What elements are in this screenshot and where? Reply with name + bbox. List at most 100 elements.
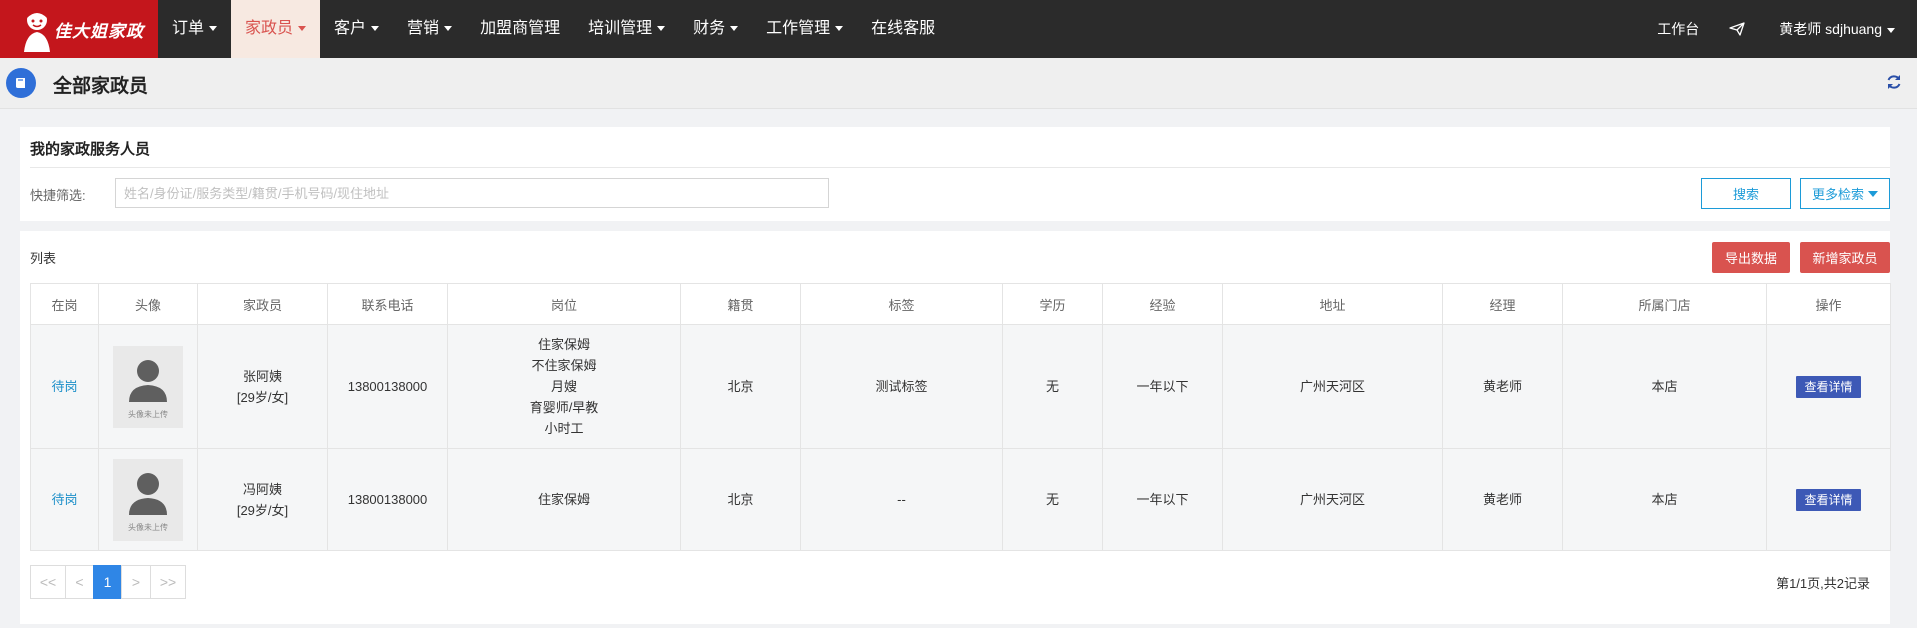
paper-plane-icon[interactable]	[1729, 22, 1745, 36]
refresh-icon[interactable]	[1885, 73, 1903, 91]
nav-item-label: 培训管理	[588, 20, 653, 37]
column-header[interactable]: 经理	[1442, 283, 1563, 325]
pagination: << <1 > >>	[30, 565, 186, 599]
hometown-cell: 北京	[680, 448, 801, 551]
avatar-caption: 头像未上传	[128, 409, 168, 419]
column-header[interactable]: 标签	[800, 283, 1003, 325]
nav-item-6[interactable]: 财务	[679, 0, 752, 58]
column-header[interactable]: 地址	[1222, 283, 1443, 325]
chevron-down-icon	[835, 26, 844, 32]
user-placeholder-icon	[129, 359, 167, 402]
page-1-button[interactable]: 1	[93, 565, 122, 599]
user-name: 黄老师 sdjhuang	[1779, 21, 1882, 37]
chevron-down-icon	[371, 26, 380, 32]
workbench-link[interactable]: 工作台	[1657, 19, 1699, 39]
brand-text: 佳大姐家政	[54, 22, 144, 42]
status-cell: 待岗	[30, 448, 99, 551]
education-cell: 无	[1002, 448, 1103, 551]
nav-item-label: 订单	[172, 20, 205, 37]
nav-item-label: 营销	[407, 20, 440, 37]
table-row: 待岗 头像未上传 张阿姨 [29岁/女] 13800138000 住家保姆 不住家保姆 月嫂育…	[30, 324, 1891, 449]
store-cell: 本店	[1562, 448, 1767, 551]
position-item: 住家保姆	[537, 337, 590, 352]
brand-logo[interactable]: 佳大姐家政	[0, 0, 158, 58]
chevron-down-icon	[730, 26, 739, 32]
pagination-info: 第1/1页,共2记录	[1776, 576, 1870, 591]
column-header[interactable]: 学历	[1002, 283, 1103, 325]
position-item: 月嫂	[550, 379, 577, 394]
nav-item-label: 加盟商管理	[480, 20, 561, 37]
nav-item-label: 财务	[693, 20, 726, 37]
action-cell: 查看详情	[1766, 324, 1891, 449]
nav-item-label: 家政员	[245, 20, 294, 37]
filter-panel: 我的家政服务人员 快捷筛选: 搜索 更多检索	[20, 127, 1890, 221]
user-menu[interactable]: 黄老师 sdjhuang	[1779, 19, 1895, 39]
page-title: 全部家政员	[53, 76, 149, 97]
housekeeper-info: [29岁/女]	[236, 389, 289, 405]
column-header[interactable]: 经验	[1102, 283, 1223, 325]
page-header: 全部家政员	[0, 58, 1917, 109]
export-data-button[interactable]: 导出数据	[1712, 242, 1790, 273]
avatar-cell: 头像未上传	[98, 448, 198, 551]
nav-item-3[interactable]: 营销	[393, 0, 466, 58]
nav-item-1[interactable]: 家政员	[231, 0, 321, 58]
more-search-label: 更多检索	[1811, 187, 1864, 202]
divider	[30, 167, 1890, 168]
quick-filter-input[interactable]	[115, 178, 829, 208]
status-cell: 待岗	[30, 324, 99, 449]
nav-item-label: 客户	[334, 20, 367, 37]
last-page-button[interactable]: >>	[150, 565, 186, 599]
nav-item-8[interactable]: 在线客服	[857, 0, 949, 58]
experience-cell: 一年以下	[1102, 324, 1223, 449]
nav-item-0[interactable]: 订单	[158, 0, 231, 58]
housekeeper-name: 张阿姨	[242, 368, 282, 384]
first-page-button[interactable]: <<	[30, 565, 66, 599]
phone-cell: 13800138000	[327, 448, 448, 551]
table-header-row: 在岗 头像 家政员 联系电话 岗位 籍贯 标签 学历 经验 地址 经理 所属门店 操作	[30, 283, 1891, 325]
nav-right: 工作台 黄老师 sdjhuang	[1657, 0, 1895, 58]
position-item: 不住家保姆	[531, 358, 597, 373]
column-header[interactable]: 岗位	[447, 283, 681, 325]
avatar: 头像未上传	[113, 458, 183, 541]
column-header[interactable]: 籍贯	[680, 283, 801, 325]
search-button[interactable]: 搜索	[1701, 178, 1791, 209]
top-navbar: 佳大姐家政 订单 家政员 客户 营销 加盟商管理 培训管理 财务 工作管理 在线客服 工作台 黄…	[0, 0, 1917, 58]
nav-item-2[interactable]: 客户	[320, 0, 393, 58]
nav-item-4[interactable]: 加盟商管理	[466, 0, 574, 58]
column-header[interactable]: 在岗	[30, 283, 99, 325]
name-cell: 张阿姨 [29岁/女]	[197, 324, 328, 449]
status-link[interactable]: 待岗	[32, 376, 97, 397]
column-header[interactable]: 所属门店	[1562, 283, 1767, 325]
next-page-button[interactable]: >	[121, 565, 151, 599]
chevron-down-icon	[209, 26, 218, 32]
name-cell: 冯阿姨 [29岁/女]	[197, 448, 328, 551]
address-cell: 广州天河区	[1222, 448, 1443, 551]
view-detail-button[interactable]: 查看详情	[1796, 488, 1861, 511]
nav-item-label: 在线客服	[871, 20, 936, 37]
column-header[interactable]: 头像	[98, 283, 198, 325]
list-title: 列表	[30, 251, 57, 266]
table-row: 待岗 头像未上传 冯阿姨 [29岁/女] 13800138000 住家保姆 北京 -- 无一年以…	[30, 448, 1891, 551]
status-link[interactable]: 待岗	[32, 489, 97, 510]
column-header[interactable]: 联系电话	[327, 283, 448, 325]
main-nav: 订单 家政员 客户 营销 加盟商管理 培训管理 财务 工作管理 在线客服	[158, 0, 949, 58]
nav-item-5[interactable]: 培训管理	[574, 0, 679, 58]
nav-item-label: 工作管理	[766, 20, 831, 37]
more-search-button[interactable]: 更多检索	[1800, 178, 1890, 209]
add-housekeeper-button[interactable]: 新增家政员	[1800, 242, 1890, 273]
position-item: 小时工	[544, 421, 584, 436]
manager-cell: 黄老师	[1442, 324, 1563, 449]
mascot-logo-icon	[24, 9, 50, 52]
housekeeper-name: 冯阿姨	[242, 481, 282, 497]
prev-page-button[interactable]: <	[65, 565, 94, 599]
nav-item-7[interactable]: 工作管理	[752, 0, 857, 58]
tag-cell: 测试标签	[800, 324, 1003, 449]
column-header[interactable]: 操作	[1766, 283, 1891, 325]
store-cell: 本店	[1562, 324, 1767, 449]
housekeeper-info: [29岁/女]	[236, 502, 289, 518]
view-detail-button[interactable]: 查看详情	[1796, 375, 1861, 398]
tag-cell: --	[800, 448, 1003, 551]
column-header[interactable]: 家政员	[197, 283, 328, 325]
book-icon	[6, 68, 36, 98]
position-item: 住家保姆	[537, 492, 590, 507]
